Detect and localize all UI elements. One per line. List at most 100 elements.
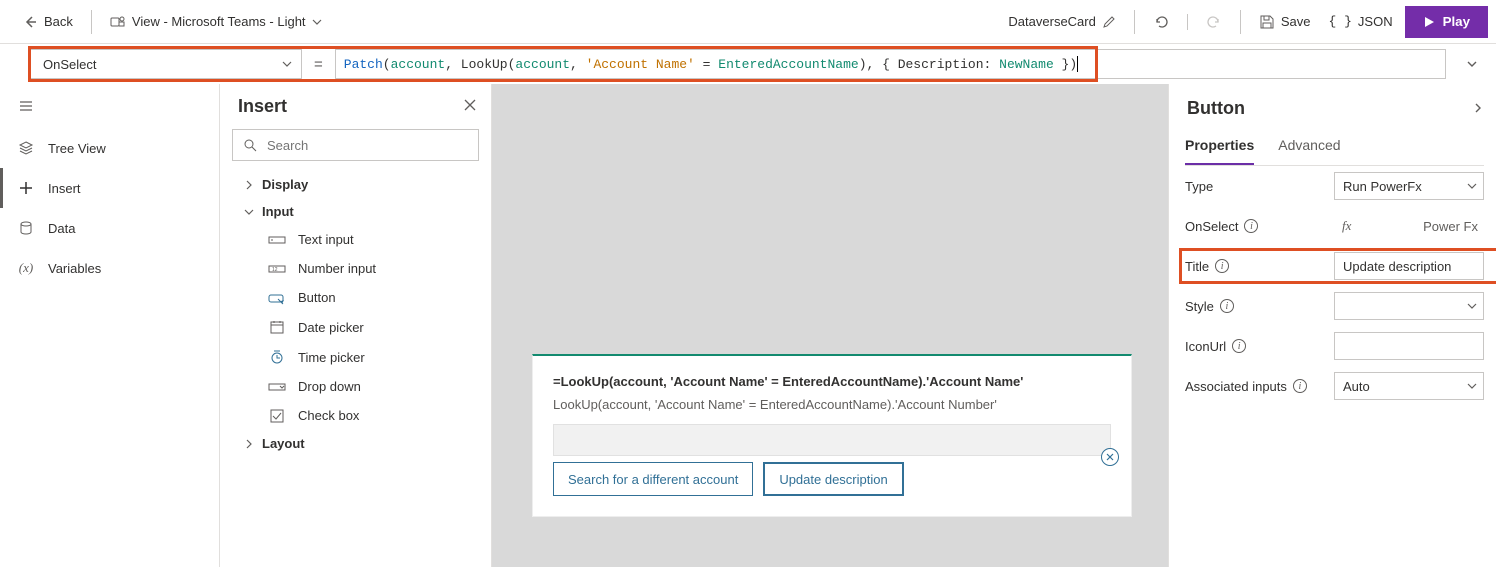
- chevron-down-icon: [1467, 301, 1477, 311]
- button-icon: [268, 291, 286, 305]
- prop-label-associated-inputs: Associated inputs: [1185, 379, 1287, 394]
- separator: [1134, 10, 1135, 34]
- undo-icon: [1153, 14, 1169, 30]
- chevron-down-icon: [281, 58, 293, 70]
- sidebar-label: Data: [48, 221, 75, 236]
- view-theme-label: View - Microsoft Teams - Light: [132, 14, 306, 29]
- back-label: Back: [44, 14, 73, 29]
- tab-properties[interactable]: Properties: [1185, 131, 1254, 165]
- doc-name[interactable]: DataverseCard: [1002, 6, 1121, 38]
- insert-item-label: Drop down: [298, 379, 361, 394]
- info-icon[interactable]: i: [1220, 299, 1234, 313]
- insert-search[interactable]: [232, 129, 479, 161]
- formula-property-selector[interactable]: OnSelect: [30, 49, 302, 79]
- prop-label-title: Title: [1185, 259, 1209, 274]
- formula-bar: OnSelect = Patch(account, LookUp(account…: [0, 44, 1496, 84]
- panel-title: Insert: [238, 96, 287, 117]
- play-button[interactable]: Play: [1405, 6, 1488, 38]
- prop-type-select[interactable]: Run PowerFx: [1334, 172, 1484, 200]
- sidebar-item-variables[interactable]: (x) Variables: [0, 248, 219, 288]
- chevron-right-icon: [1472, 102, 1484, 114]
- formula-property-label: OnSelect: [43, 57, 96, 72]
- redo-button[interactable]: [1200, 6, 1228, 38]
- insert-item-text-input[interactable]: Text input: [220, 225, 491, 254]
- sidebar-label: Tree View: [48, 141, 106, 156]
- insert-panel: Insert Display Input Text input 12 Numbe…: [220, 84, 492, 567]
- equals-icon: =: [312, 56, 325, 73]
- insert-search-input[interactable]: [265, 137, 468, 154]
- chevron-down-icon: [1467, 381, 1477, 391]
- prop-onselect-value[interactable]: fx Power Fx: [1334, 212, 1484, 240]
- search-icon: [243, 138, 257, 152]
- text-input-icon: [268, 233, 286, 247]
- insert-item-label: Time picker: [298, 350, 365, 365]
- clear-input-button[interactable]: [1101, 448, 1119, 466]
- prop-iconurl-input[interactable]: [1334, 332, 1484, 360]
- prop-label-type: Type: [1185, 179, 1213, 194]
- info-icon[interactable]: i: [1215, 259, 1229, 273]
- prop-title-input[interactable]: Update description: [1334, 252, 1484, 280]
- card-update-button[interactable]: Update description: [763, 462, 903, 496]
- left-navigation: Tree View Insert Data (x) Variables: [0, 84, 220, 567]
- separator: [91, 10, 92, 34]
- view-theme-selector[interactable]: View - Microsoft Teams - Light: [104, 6, 328, 38]
- insert-item-check-box[interactable]: Check box: [220, 401, 491, 430]
- insert-item-time-picker[interactable]: Time picker: [220, 342, 491, 372]
- expand-properties-button[interactable]: [1472, 98, 1484, 119]
- json-button[interactable]: { } JSON: [1323, 6, 1399, 38]
- back-button[interactable]: Back: [16, 6, 79, 38]
- properties-pane: Button Properties Advanced Type Run Powe…: [1168, 84, 1496, 567]
- info-icon[interactable]: i: [1232, 339, 1246, 353]
- card-preview: =LookUp(account, 'Account Name' = Entere…: [532, 354, 1132, 517]
- insert-item-label: Text input: [298, 232, 354, 247]
- variable-icon: (x): [16, 260, 36, 276]
- redo-icon: [1206, 14, 1222, 30]
- card-text-input[interactable]: [553, 424, 1111, 456]
- info-icon[interactable]: i: [1244, 219, 1258, 233]
- card-subtitle-text: LookUp(account, 'Account Name' = Entered…: [553, 397, 1111, 412]
- undo-button[interactable]: [1147, 6, 1175, 38]
- close-panel-button[interactable]: [463, 96, 477, 117]
- category-input[interactable]: Input: [220, 198, 491, 225]
- chevron-right-icon: [244, 180, 254, 190]
- insert-item-label: Number input: [298, 261, 376, 276]
- sidebar-item-tree-view[interactable]: Tree View: [0, 128, 219, 168]
- category-display[interactable]: Display: [220, 171, 491, 198]
- number-input-icon: 12: [268, 262, 286, 276]
- play-label: Play: [1443, 14, 1470, 29]
- chevron-down-icon: [312, 17, 322, 27]
- close-icon: [463, 98, 477, 112]
- design-canvas[interactable]: =LookUp(account, 'Account Name' = Entere…: [492, 84, 1168, 567]
- back-arrow-icon: [22, 14, 38, 30]
- layers-icon: [16, 140, 36, 156]
- formula-input[interactable]: Patch(account, LookUp(account, 'Account …: [335, 49, 1446, 79]
- tab-advanced[interactable]: Advanced: [1278, 131, 1340, 165]
- insert-item-date-picker[interactable]: Date picker: [220, 312, 491, 342]
- info-icon[interactable]: i: [1293, 379, 1307, 393]
- insert-item-button[interactable]: Button: [220, 283, 491, 312]
- sidebar-item-insert[interactable]: Insert: [0, 168, 219, 208]
- prop-style-select[interactable]: [1334, 292, 1484, 320]
- category-layout[interactable]: Layout: [220, 430, 491, 457]
- sidebar-item-data[interactable]: Data: [0, 208, 219, 248]
- svg-text:12: 12: [272, 267, 278, 273]
- insert-item-drop-down[interactable]: Drop down: [220, 372, 491, 401]
- chevron-down-icon: [1467, 181, 1477, 191]
- menu-toggle[interactable]: [0, 84, 219, 128]
- clock-icon: [268, 349, 286, 365]
- prop-label-iconurl: IconUrl: [1185, 339, 1226, 354]
- category-label: Input: [262, 204, 294, 219]
- text-caret: [1077, 56, 1078, 72]
- insert-item-label: Date picker: [298, 320, 364, 335]
- insert-item-number-input[interactable]: 12 Number input: [220, 254, 491, 283]
- expand-formula-button[interactable]: [1456, 57, 1488, 71]
- calendar-icon: [268, 319, 286, 335]
- save-button[interactable]: Save: [1253, 6, 1317, 38]
- play-icon: [1423, 16, 1435, 28]
- category-label: Display: [262, 177, 308, 192]
- separator: [1187, 14, 1188, 30]
- database-icon: [16, 220, 36, 236]
- category-label: Layout: [262, 436, 305, 451]
- card-search-button[interactable]: Search for a different account: [553, 462, 753, 496]
- prop-assoc-select[interactable]: Auto: [1334, 372, 1484, 400]
